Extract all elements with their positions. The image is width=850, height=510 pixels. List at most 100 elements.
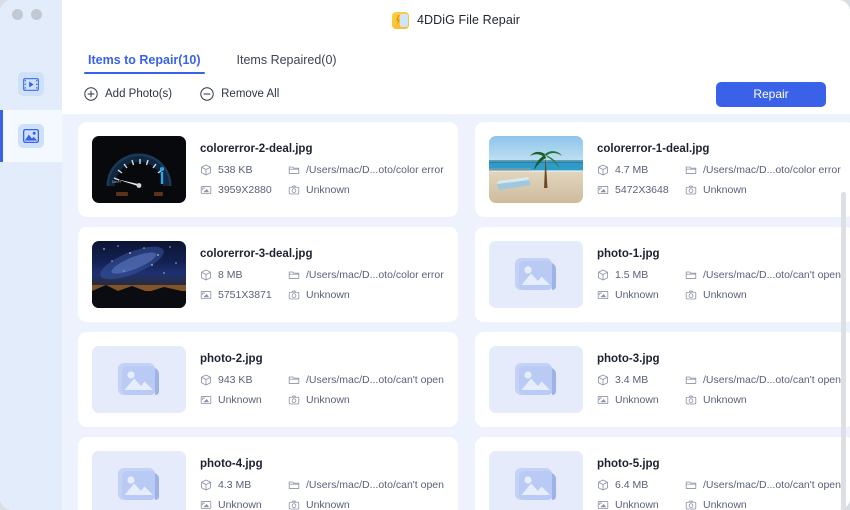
file-path-value: /Users/mac/D...oto/can't open <box>702 479 841 491</box>
file-size: 538 KB <box>200 164 288 176</box>
file-card[interactable]: colorerror-3-deal.jpg 8 MB/Users/mac/D...… <box>78 227 458 322</box>
file-camera-value: Unknown <box>702 184 747 196</box>
file-metadata: 1.5 MB/Users/mac/D...oto/can't open Unkno… <box>597 269 841 301</box>
cube-icon <box>200 374 212 386</box>
file-path: /Users/mac/D...oto/color error <box>288 164 444 176</box>
file-card[interactable]: photo-2.jpg 943 KB/Users/mac/D...oto/can'… <box>78 332 458 427</box>
file-dimensions: Unknown <box>200 499 288 510</box>
file-list: km/h colorerror-2-deal.jpg 538 KB/Users/ma… <box>62 114 850 510</box>
file-name: colorerror-1-deal.jpg <box>596 143 710 155</box>
file-card[interactable]: colorerror-1-deal.jpg 4.7 MB/Users/mac/D.… <box>474 122 850 217</box>
file-dimensions: 5472X3648 <box>597 184 685 196</box>
svg-text:km/h: km/h <box>112 179 121 184</box>
camera-icon <box>288 289 300 301</box>
file-card[interactable]: photo-1.jpg 1.5 MB/Users/mac/D...oto/can'… <box>474 227 850 322</box>
remove-all-label: Remove All <box>221 88 280 100</box>
file-dimensions: Unknown <box>597 499 685 510</box>
res-icon <box>597 499 609 510</box>
file-dimensions: Unknown <box>200 394 288 406</box>
camera-icon <box>685 499 697 510</box>
thumbnail-art-dashboard: km/h <box>92 136 186 203</box>
file-dimensions-value: Unknown <box>218 499 262 510</box>
camera-icon <box>685 289 697 301</box>
file-path: /Users/mac/D...oto/can't open <box>685 479 841 491</box>
file-size: 6.4 MB <box>597 479 685 491</box>
file-metadata: 8 MB/Users/mac/D...oto/color error 5751X3… <box>200 269 444 301</box>
file-info: photo-2.jpg 943 KB/Users/mac/D...oto/can'… <box>200 353 444 406</box>
file-name: photo-3.jpg <box>596 353 660 365</box>
sidebar <box>0 0 62 510</box>
file-thumbnail-placeholder-icon <box>92 451 186 510</box>
file-dimensions: Unknown <box>597 289 685 301</box>
file-path: /Users/mac/D...oto/can't open <box>685 269 841 281</box>
file-name: photo-1.jpg <box>596 248 660 260</box>
tab-items-repaired[interactable]: Items Repaired(0) <box>233 53 341 74</box>
file-size: 4.7 MB <box>597 164 685 176</box>
file-size: 3.4 MB <box>597 374 685 386</box>
file-size-value: 4.3 MB <box>218 479 252 491</box>
camera-icon <box>288 184 300 196</box>
file-path-value: /Users/mac/D...oto/can't open <box>306 479 444 491</box>
vertical-scrollbar[interactable] <box>841 192 846 510</box>
file-info: colorerror-3-deal.jpg 8 MB/Users/mac/D...… <box>200 248 444 301</box>
folder-icon <box>685 269 697 281</box>
file-card[interactable]: photo-3.jpg 3.4 MB/Users/mac/D...oto/can'… <box>474 332 850 427</box>
file-camera: Unknown <box>288 184 444 196</box>
close-button[interactable] <box>12 9 23 20</box>
file-camera: Unknown <box>685 499 841 510</box>
traffic-lights <box>12 9 42 20</box>
file-camera-value: Unknown <box>702 499 747 510</box>
file-metadata: 6.4 MB/Users/mac/D...oto/can't open Unkno… <box>597 479 841 510</box>
cube-icon <box>200 164 212 176</box>
file-camera: Unknown <box>685 184 841 196</box>
file-name: colorerror-2-deal.jpg <box>200 143 313 155</box>
file-dimensions-value: Unknown <box>218 394 262 406</box>
file-dimensions-value: 3959X2880 <box>218 184 272 196</box>
file-dimensions-value: Unknown <box>614 499 659 510</box>
file-camera: Unknown <box>288 289 444 301</box>
folder-icon <box>685 479 697 491</box>
file-name: photo-4.jpg <box>200 458 263 470</box>
remove-all-button[interactable]: Remove All <box>200 87 279 101</box>
cube-icon <box>200 269 212 281</box>
file-card[interactable]: photo-5.jpg 6.4 MB/Users/mac/D...oto/can'… <box>474 437 850 510</box>
file-thumbnail-placeholder-icon <box>488 451 583 510</box>
file-grid: km/h colorerror-2-deal.jpg 538 KB/Users/ma… <box>78 122 850 510</box>
file-metadata: 538 KB/Users/mac/D...oto/color error 3959… <box>200 164 444 196</box>
file-card[interactable]: photo-4.jpg 4.3 MB/Users/mac/D...oto/can'… <box>78 437 458 510</box>
repair-button[interactable]: Repair <box>716 81 826 107</box>
file-dimensions: 5751X3871 <box>200 289 288 301</box>
file-dimensions-value: 5472X3648 <box>614 184 669 196</box>
file-path: /Users/mac/D...oto/color error <box>288 269 444 281</box>
file-size-value: 4.7 MB <box>614 164 649 176</box>
file-path-value: /Users/mac/D...oto/color error <box>702 164 841 176</box>
file-thumbnail-placeholder-icon <box>92 346 186 413</box>
sidebar-item-photo-repair[interactable] <box>0 110 62 162</box>
file-metadata: 4.7 MB/Users/mac/D...oto/color error 5472… <box>597 164 841 196</box>
file-path: /Users/mac/D...oto/color error <box>685 164 841 176</box>
res-icon <box>597 184 609 196</box>
tab-items-to-repair[interactable]: Items to Repair(10) <box>84 53 205 74</box>
file-card[interactable]: km/h colorerror-2-deal.jpg 538 KB/Users/ma… <box>78 122 458 217</box>
cube-icon <box>200 479 212 491</box>
file-dimensions-value: Unknown <box>614 289 659 301</box>
res-icon <box>597 394 609 406</box>
cube-icon <box>597 479 609 491</box>
add-photos-button[interactable]: Add Photo(s) <box>84 87 172 101</box>
file-size: 943 KB <box>200 374 288 386</box>
folder-icon <box>288 374 300 386</box>
folder-icon <box>288 164 300 176</box>
file-info: photo-5.jpg 6.4 MB/Users/mac/D...oto/can'… <box>597 458 841 510</box>
sidebar-item-video-repair[interactable] <box>0 58 62 110</box>
file-metadata: 3.4 MB/Users/mac/D...oto/can't open Unkno… <box>597 374 841 406</box>
thumbnail-art-beach <box>488 136 583 203</box>
file-name: colorerror-3-deal.jpg <box>200 248 313 260</box>
file-size-value: 3.4 MB <box>614 374 649 386</box>
file-size: 1.5 MB <box>597 269 685 281</box>
file-path-value: /Users/mac/D...oto/color error <box>306 164 444 176</box>
res-icon <box>597 289 609 301</box>
file-camera: Unknown <box>685 289 841 301</box>
add-photos-label: Add Photo(s) <box>105 88 173 100</box>
folder-icon <box>288 479 300 491</box>
minimize-button[interactable] <box>31 9 42 20</box>
